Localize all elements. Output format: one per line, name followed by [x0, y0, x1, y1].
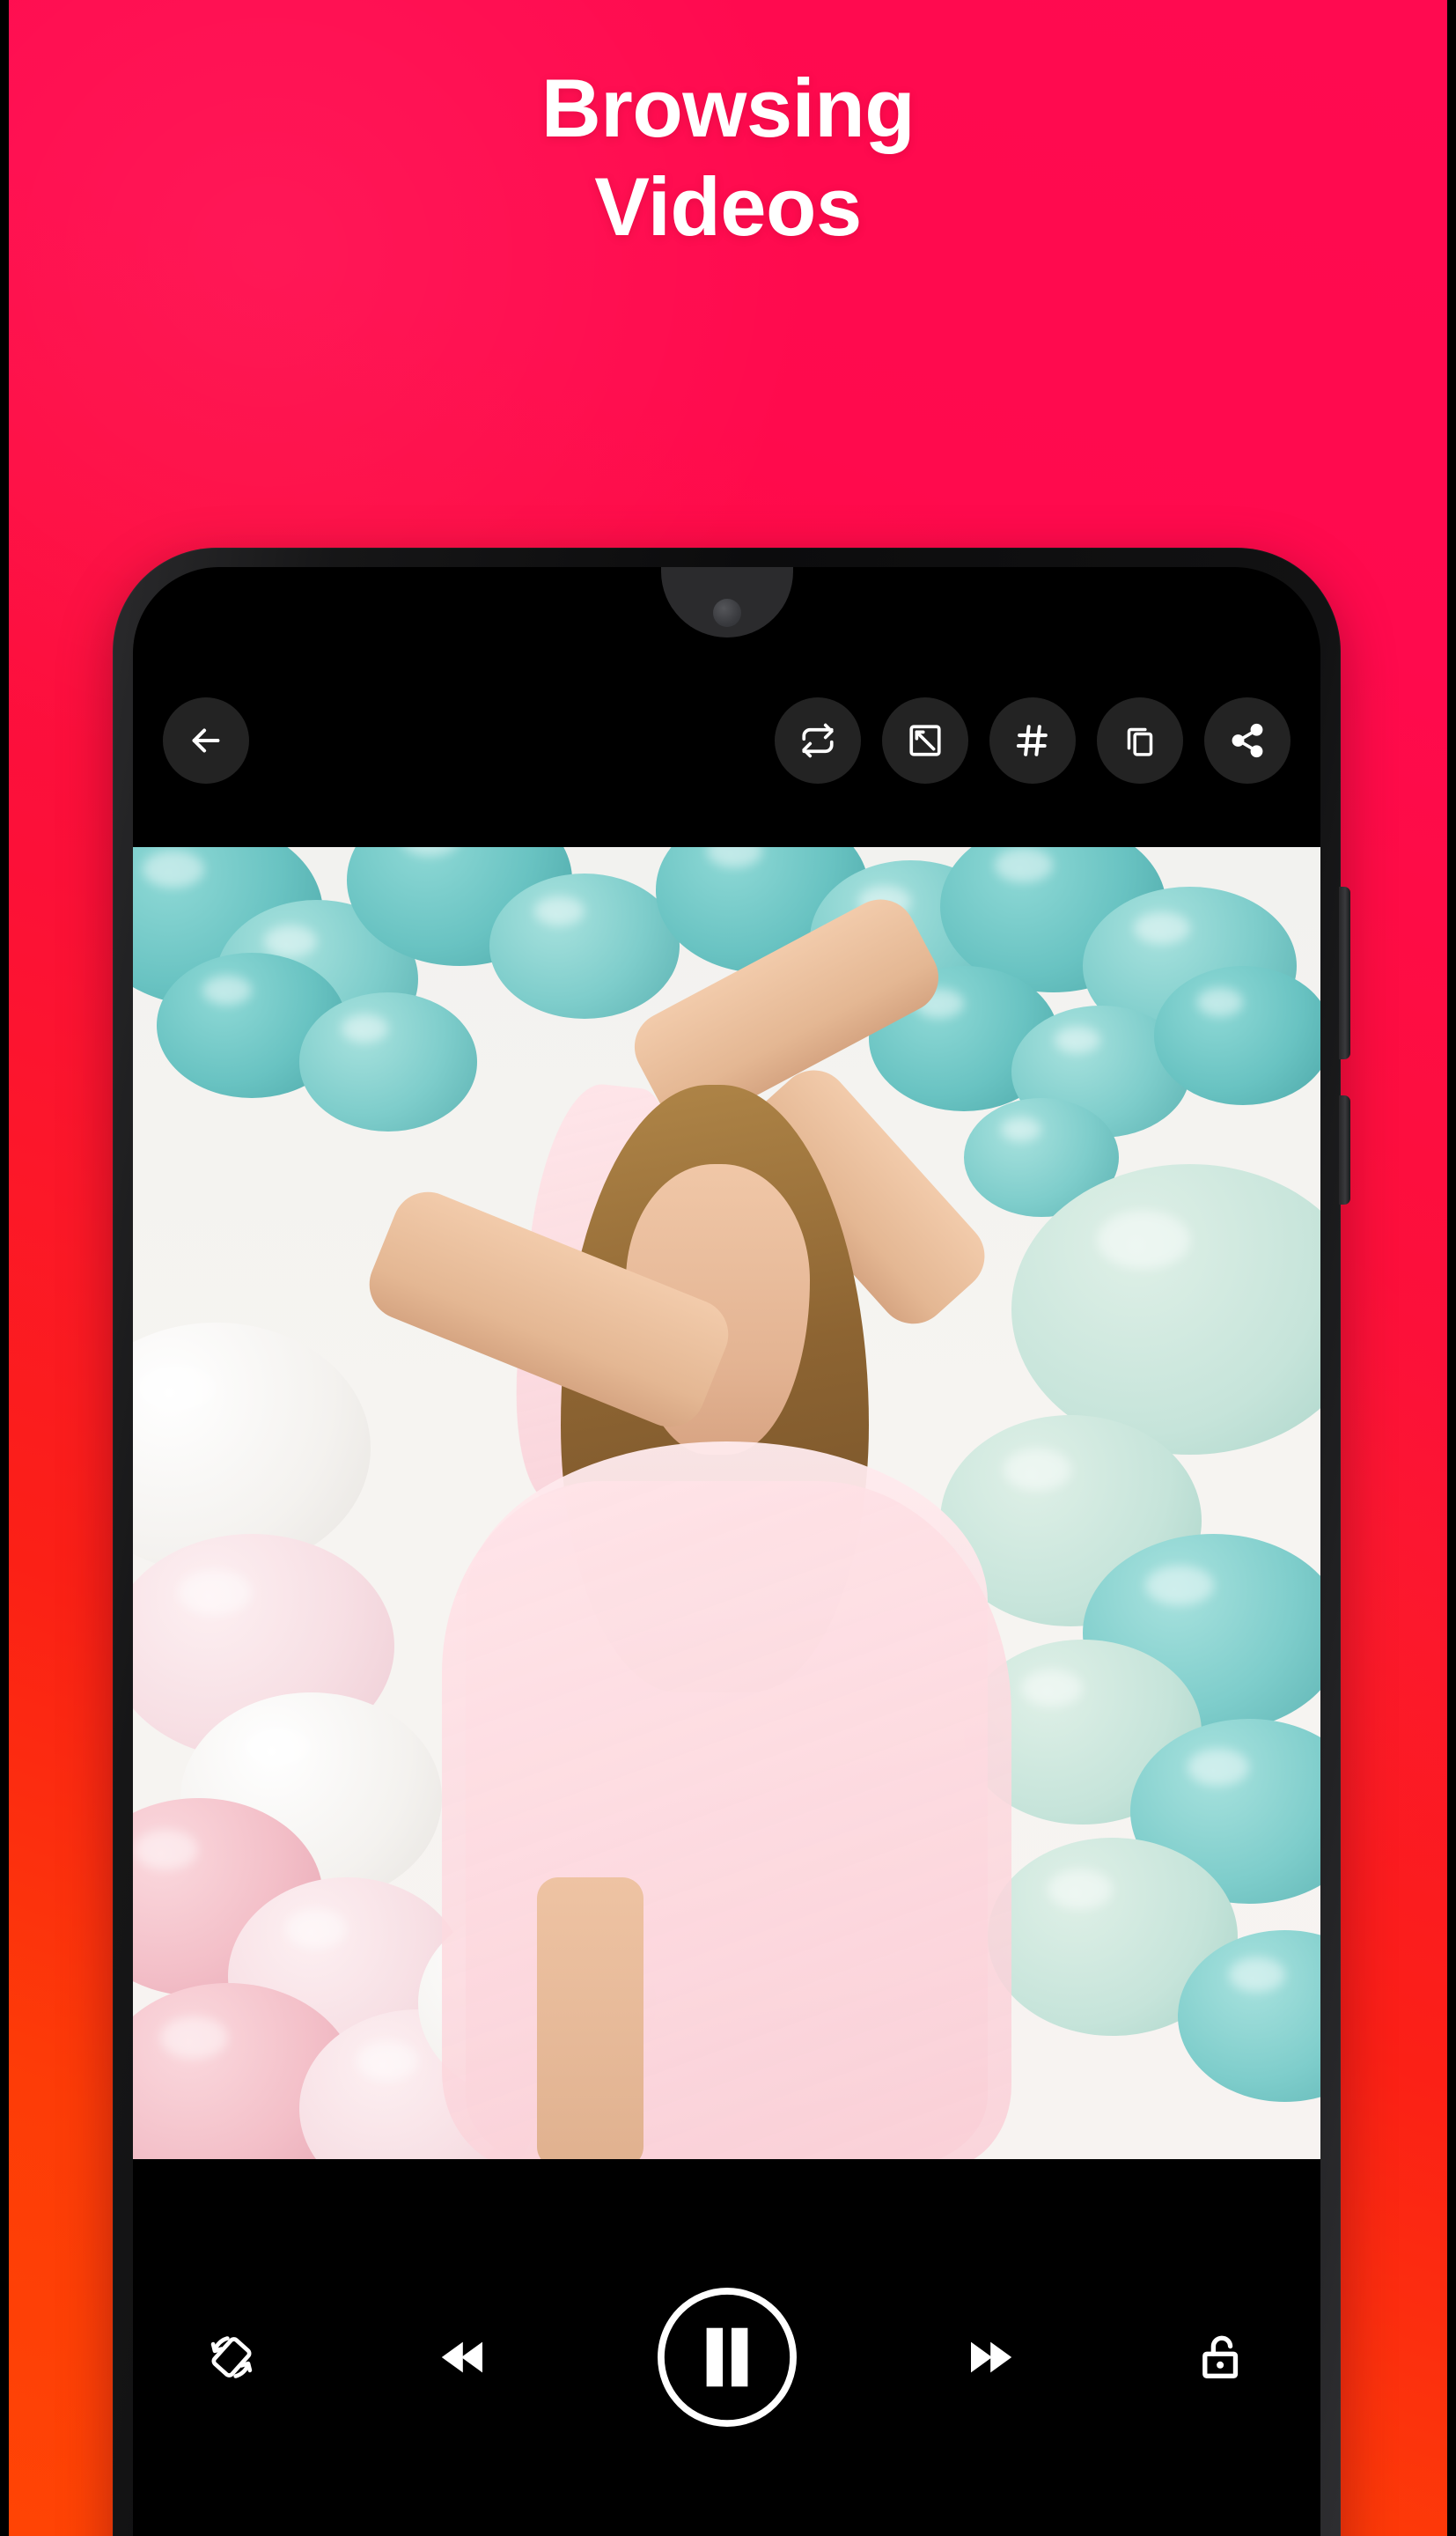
video-subject	[133, 847, 1320, 2168]
unlock-icon	[1202, 2335, 1239, 2378]
repeat-icon	[799, 722, 836, 759]
repeat-button[interactable]	[775, 697, 861, 784]
copy-icon	[1122, 723, 1158, 758]
back-button[interactable]	[163, 697, 249, 784]
front-camera-icon	[712, 599, 741, 627]
pause-icon	[657, 2288, 797, 2427]
fabric-drape	[441, 1481, 1012, 2168]
screenshot-stage: Browsing Videos	[0, 0, 1456, 2536]
phone-mockup	[113, 548, 1350, 2536]
fast-forward-icon	[970, 2341, 1011, 2373]
resize-button[interactable]	[882, 697, 968, 784]
screen-rotate-icon	[202, 2328, 261, 2386]
volume-rocker-button[interactable]	[1339, 887, 1350, 1059]
rotate-screen-button[interactable]	[179, 2304, 284, 2410]
unlock-button[interactable]	[1169, 2304, 1275, 2410]
promo-headline: Browsing Videos	[0, 63, 1456, 251]
tags-button[interactable]	[989, 697, 1076, 784]
back-arrow-icon	[186, 720, 226, 761]
video-player-area[interactable]	[133, 847, 1320, 2168]
waterdrop-notch	[660, 567, 793, 638]
app-toolbar	[133, 683, 1320, 798]
share-button[interactable]	[1204, 697, 1291, 784]
fast-forward-button[interactable]	[939, 2304, 1045, 2410]
phone-screen	[133, 567, 1320, 2536]
leg	[536, 1877, 644, 2168]
copy-button[interactable]	[1097, 697, 1183, 784]
rewind-icon	[442, 2341, 483, 2373]
rewind-button[interactable]	[408, 2304, 514, 2410]
resize-icon	[907, 722, 944, 759]
share-icon	[1229, 722, 1266, 759]
power-button[interactable]	[1339, 1095, 1350, 1205]
video-scene	[133, 847, 1320, 2168]
hashtag-icon	[1014, 722, 1051, 759]
headline-line-2: Videos	[594, 159, 862, 253]
playback-controls	[133, 2159, 1320, 2536]
video-frame	[133, 847, 1320, 2168]
toolbar-actions	[775, 697, 1291, 784]
headline-line-1: Browsing	[540, 62, 916, 154]
pause-button[interactable]	[639, 2269, 815, 2445]
